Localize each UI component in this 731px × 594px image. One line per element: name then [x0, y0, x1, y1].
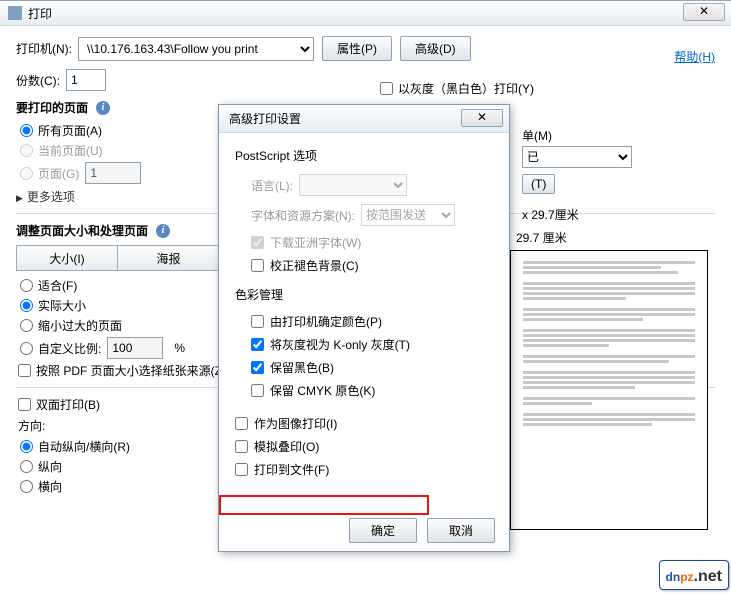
more-options-label: 更多选项: [27, 190, 75, 204]
language-label: 语言(L):: [251, 177, 293, 194]
window-title: 打印: [28, 5, 52, 22]
watermark-net: .net: [694, 568, 722, 585]
main-title-bar: 打印 ✕: [0, 0, 731, 26]
k-only-checkbox[interactable]: [251, 338, 264, 351]
grayscale-checkbox[interactable]: [380, 82, 393, 95]
current-page-label: 当前页面(U): [38, 142, 103, 159]
percent-label: %: [174, 341, 185, 355]
color-header: 色彩管理: [235, 286, 493, 303]
advanced-print-settings-dialog: 高级打印设置 ✕ PostScript 选项 语言(L): 字体和资源方案(N)…: [218, 104, 510, 552]
pdf-page-size-checkbox[interactable]: [18, 364, 31, 377]
advanced-body: PostScript 选项 语言(L): 字体和资源方案(N): 按范围发送 下…: [219, 133, 509, 494]
radio-fit[interactable]: [20, 279, 33, 292]
all-pages-label: 所有页面(A): [38, 122, 102, 139]
watermark-pz: pz: [680, 570, 693, 584]
expand-icon: ▶: [16, 193, 23, 203]
close-button[interactable]: ✕: [683, 3, 725, 21]
ok-button[interactable]: 确定: [349, 518, 417, 543]
copies-label: 份数(C):: [16, 72, 60, 89]
radio-page-range: [20, 167, 33, 180]
preserve-cmyk-label: 保留 CMYK 原色(K): [270, 382, 375, 399]
print-to-file-label: 打印到文件(F): [254, 461, 329, 478]
duplex-checkbox[interactable]: [18, 398, 31, 411]
font-scheme-select: 按范围发送: [361, 204, 455, 226]
portrait-label: 纵向: [38, 458, 62, 475]
font-scheme-label: 字体和资源方案(N):: [251, 207, 355, 224]
grayscale-label: 以灰度（黑白色）打印(Y): [398, 80, 534, 97]
custom-scale-input[interactable]: [107, 337, 163, 359]
page-range-input: [85, 162, 141, 184]
watermark-dn: dn: [666, 570, 681, 584]
advanced-title-bar: 高级打印设置 ✕: [219, 105, 509, 133]
dims1: x 29.7厘米: [522, 206, 718, 223]
printer-label: 打印机(N):: [16, 40, 72, 57]
auto-orient-label: 自动纵向/横向(R): [38, 438, 130, 455]
print-to-file-checkbox[interactable]: [235, 463, 248, 476]
properties-button[interactable]: 属性(P): [322, 36, 392, 61]
advanced-title: 高级打印设置: [229, 110, 301, 127]
radio-auto-orient[interactable]: [20, 440, 33, 453]
fit-label: 适合(F): [38, 277, 77, 294]
language-select: [299, 174, 407, 196]
watermark: dnpz.net: [659, 560, 729, 590]
radio-landscape[interactable]: [20, 480, 33, 493]
size-button[interactable]: 大小(I): [16, 245, 118, 271]
advanced-button[interactable]: 高级(D): [400, 36, 471, 61]
as-image-label: 作为图像打印(I): [254, 415, 337, 432]
unit-select[interactable]: 已: [522, 146, 632, 168]
preserve-black-label: 保留黑色(B): [270, 359, 334, 376]
radio-actual-size[interactable]: [20, 299, 33, 312]
sizing-header-text: 调整页面大小和处理页面: [16, 222, 148, 239]
simulate-overprint-label: 模拟叠印(O): [254, 438, 319, 455]
radio-shrink[interactable]: [20, 319, 33, 332]
landscape-label: 横向: [38, 478, 62, 495]
unit-label-fragment: 单(M): [522, 127, 718, 144]
copies-input[interactable]: [66, 69, 106, 91]
pages-header-text: 要打印的页面: [16, 99, 88, 116]
printer-decides-checkbox[interactable]: [251, 315, 264, 328]
app-icon: [8, 6, 22, 20]
page-preview: [510, 250, 708, 530]
cancel-button[interactable]: 取消: [427, 518, 495, 543]
poster-button[interactable]: 海报: [118, 245, 220, 271]
red-highlight-box: [219, 495, 429, 515]
custom-label: 自定义比例:: [38, 340, 101, 357]
pdf-select-label: 按照 PDF 页面大小选择纸张来源(Z: [36, 362, 222, 379]
info-icon[interactable]: i: [96, 101, 110, 115]
printer-row: 打印机(N): \\10.176.163.43\Follow you print…: [16, 36, 715, 61]
download-asian-fonts-checkbox: [251, 236, 264, 249]
actual-label: 实际大小: [38, 297, 86, 314]
shrink-label: 缩小过大的页面: [38, 317, 122, 334]
page-range-label: 页面(G): [38, 165, 79, 182]
download-asian-label: 下载亚洲字体(W): [270, 234, 361, 251]
help-link[interactable]: 帮助(H): [674, 48, 715, 65]
dims2: 29.7 厘米: [516, 229, 718, 246]
radio-all-pages[interactable]: [20, 124, 33, 137]
k-only-label: 将灰度视为 K-only 灰度(T): [270, 336, 410, 353]
correct-bg-checkbox[interactable]: [251, 259, 264, 272]
advanced-close-button[interactable]: ✕: [461, 109, 503, 127]
advanced-buttons: 确定 取消: [349, 518, 495, 543]
printer-decides-label: 由打印机确定颜色(P): [270, 313, 382, 330]
preserve-black-checkbox[interactable]: [251, 361, 264, 374]
unit-btn[interactable]: (T): [522, 174, 555, 194]
radio-custom-scale[interactable]: [20, 342, 33, 355]
print-as-image-checkbox[interactable]: [235, 417, 248, 430]
radio-current-page: [20, 144, 33, 157]
info-icon[interactable]: i: [156, 224, 170, 238]
preserve-cmyk-checkbox[interactable]: [251, 384, 264, 397]
printer-select[interactable]: \\10.176.163.43\Follow you print: [78, 37, 314, 61]
simulate-overprint-checkbox[interactable]: [235, 440, 248, 453]
correct-bg-label: 校正褪色背景(C): [270, 257, 359, 274]
duplex-label: 双面打印(B): [36, 396, 100, 413]
postscript-header: PostScript 选项: [235, 147, 493, 164]
radio-portrait[interactable]: [20, 460, 33, 473]
